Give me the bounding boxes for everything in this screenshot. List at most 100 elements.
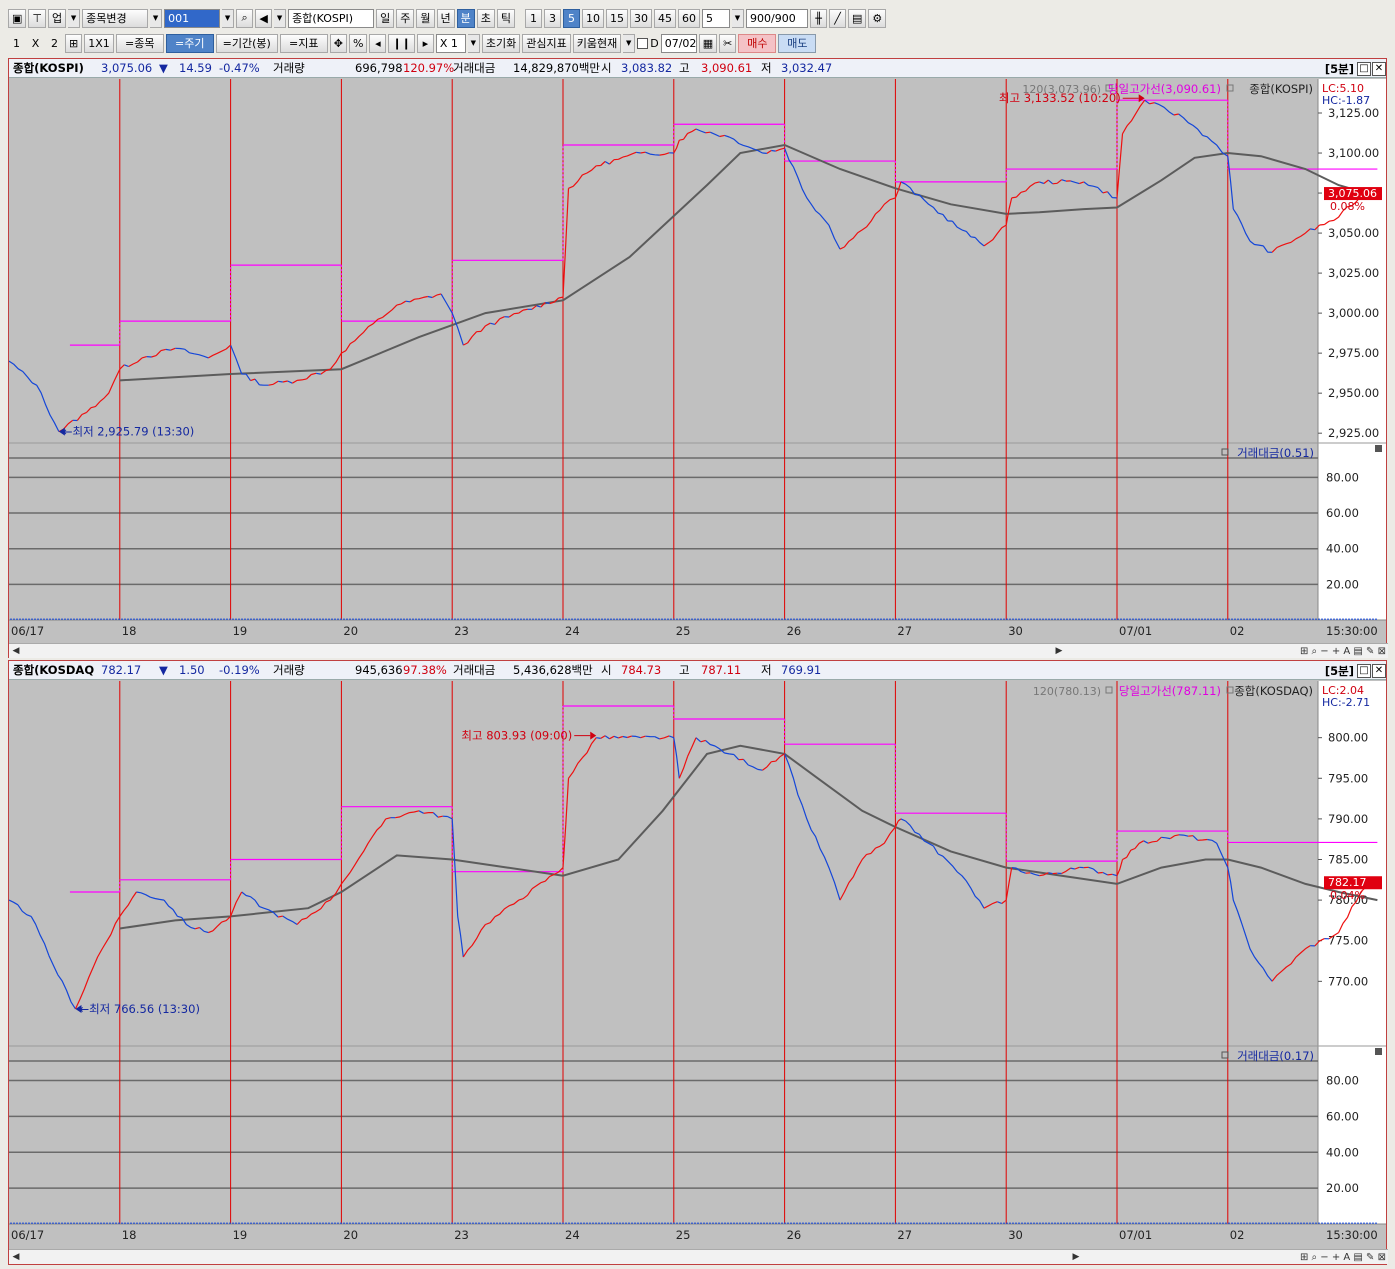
chart-type-icon[interactable]: ╱ [829,8,846,28]
kospi-ytick: 3,100.00 [1328,146,1379,160]
search-icon[interactable]: ⌕ [236,8,254,28]
kiwoom-current-button[interactable]: 키움현재 [572,33,622,53]
period-week-button[interactable]: 주 [396,8,415,28]
calendar-icon[interactable]: ▦ [698,33,718,53]
kosdaq-xtick: 24 [565,1228,580,1242]
minute-10-button[interactable]: 10 [582,8,604,28]
kosdaq-price-tag: 782.17 [1328,876,1367,889]
kospi-ytick: 3,025.00 [1328,266,1379,280]
kiwoom-dropdown-icon[interactable]: ▼ [623,33,636,53]
reset-button[interactable]: 초기화 [481,33,521,53]
indicator-button[interactable]: =지표 [279,33,328,53]
kospi-scroll-right-icon[interactable]: ▶ [1052,644,1066,658]
layout-x[interactable]: X [27,34,44,53]
speaker-icon[interactable]: ◀ [255,8,273,28]
kosdaq-close-icon[interactable]: ✕ [1372,663,1386,678]
period-second-button[interactable]: 초 [476,8,495,28]
minute-5-button[interactable]: 5 [563,8,580,28]
minute-15-button[interactable]: 15 [606,8,628,28]
kospi-max-label: 최고 3,133.52 (10:20) [999,91,1121,105]
pin-icon[interactable]: ⊤ [28,8,46,28]
date-checkbox[interactable] [637,37,649,49]
kosdaq-zoom-tools[interactable]: ⊞ ⌕ − + A ▤ ✎ ⊠ [1300,1252,1386,1263]
kosdaq-chart-panel: 종합(KOSDAQ 782.17 ▼ 1.50 -0.19% 거래량 945,6… [8,660,1388,1265]
minute-1-button[interactable]: 1 [525,8,542,28]
kospi-scrollbar[interactable]: ◀ ▶ ⊞ ⌕ − + A ▤ ✎ ⊠ [9,643,1388,658]
kospi-ytick: 3,125.00 [1328,106,1379,120]
kosdaq-volume-label: 거래량 [273,663,305,677]
kospi-amount: 14,829,870백만 [513,61,601,75]
next-icon[interactable]: ▸ [416,33,434,53]
save-icon[interactable]: ▤ [848,8,867,28]
market-dropdown-icon[interactable]: ▼ [68,8,81,28]
period-minute-button[interactable]: 분 [456,8,475,28]
kosdaq-scrollbar[interactable]: ◀ ▶ ⊞ ⌕ − + A ▤ ✎ ⊠ [9,1249,1388,1264]
period-tick-button[interactable]: 틱 [496,8,515,28]
multiplier-select[interactable]: X 1 [435,33,466,53]
interval-input[interactable]: 5 [702,8,730,28]
layout-2[interactable]: 2 [46,34,63,53]
kosdaq-legend-name: 종합(KOSDAQ) [1234,684,1313,698]
kosdaq-scroll-left-icon[interactable]: ◀ [9,1250,23,1264]
period-month-button[interactable]: 월 [416,8,435,28]
code-dropdown-icon[interactable]: ▼ [222,8,235,28]
kospi-chart[interactable]: 80.00 60.00 40.00 20.00 3,125.00 3,100.00 3,07… [9,79,1386,645]
kospi-legend-name: 종합(KOSPI) [1249,82,1313,96]
buy-button[interactable]: 매수 [738,33,777,53]
kosdaq-plot-bg [9,681,1318,1224]
window-icon[interactable]: ▣ [8,8,27,28]
interval-dropdown-icon[interactable]: ▼ [732,8,744,28]
item-button[interactable]: =종목 [115,33,164,53]
pause-icon[interactable]: ❙❙ [388,33,415,53]
watch-indicator-button[interactable]: 관심지표 [522,33,571,53]
period-year-button[interactable]: 년 [436,8,455,28]
kosdaq-maximize-icon[interactable]: □ [1357,663,1371,678]
grid-icon[interactable]: ⊞ [65,33,83,53]
kosdaq-xtick: 07/01 [1119,1228,1152,1242]
scissors-icon[interactable]: ✂ [719,33,737,53]
kospi-plot-bg [9,79,1318,620]
kospi-sub-ytick: 40.00 [1326,542,1359,556]
multiplier-dropdown-icon[interactable]: ▼ [467,33,480,53]
candle-icon[interactable]: ╫ [810,8,827,28]
kosdaq-chart[interactable]: 80.00 60.00 40.00 20.00 800.00 795.00 790.00 78… [9,681,1386,1251]
kospi-high-label: 고 [679,61,690,75]
kosdaq-open: 784.73 [621,663,662,677]
kosdaq-sub-ytick: 40.00 [1326,1145,1359,1159]
stock-change-button[interactable]: 종목변경 [82,8,149,28]
kospi-low-label: 저 [761,61,772,75]
prev-icon[interactable]: ◂ [369,33,387,53]
sell-button[interactable]: 매도 [778,33,817,53]
percent-button[interactable]: % [348,33,368,53]
minute-3-button[interactable]: 3 [544,8,561,28]
period-day-button[interactable]: 일 [376,8,395,28]
stock-change-dropdown-icon[interactable]: ▼ [150,8,163,28]
kosdaq-xtick: 19 [233,1228,248,1242]
minute-60-button[interactable]: 60 [678,8,700,28]
kosdaq-period-label: [5분] [1324,663,1354,678]
layout-1[interactable]: 1 [8,34,25,53]
kospi-period-controls: [5분] □ ✕ [1323,59,1386,78]
move-icon[interactable]: ✥ [329,33,347,53]
kospi-maximize-icon[interactable]: □ [1357,61,1371,76]
kosdaq-min-label: ←최저 766.56 (13:30) [79,1002,199,1016]
cycle-button[interactable]: =주기 [165,33,214,53]
period-bars-button[interactable]: =기간(봉) [215,33,278,53]
minute-30-button[interactable]: 30 [630,8,652,28]
kospi-xtick: 27 [897,624,912,638]
layout-1x1-button[interactable]: 1X1 [84,33,114,53]
speaker-dropdown-icon[interactable]: ▼ [274,8,287,28]
market-select[interactable]: 업 [48,8,67,28]
kospi-scroll-left-icon[interactable]: ◀ [9,644,23,658]
kosdaq-scroll-right-icon[interactable]: ▶ [1069,1250,1083,1264]
code-input[interactable]: 001 [164,8,221,28]
minute-45-button[interactable]: 45 [654,8,676,28]
kospi-close-icon[interactable]: ✕ [1372,61,1386,76]
settings-icon[interactable]: ⚙ [868,8,887,28]
kosdaq-amount: 5,436,628백만 [513,663,593,677]
date-input[interactable]: 07/02 [660,33,697,53]
kospi-zoom-tools[interactable]: ⊞ ⌕ − + A ▤ ✎ ⊠ [1300,646,1386,657]
kospi-legend-high: 당일고가선(3,090.61) [1108,82,1221,96]
kosdaq-time-label: 15:30:00 [1326,1228,1378,1242]
count-input[interactable]: 900/900 [746,8,808,28]
